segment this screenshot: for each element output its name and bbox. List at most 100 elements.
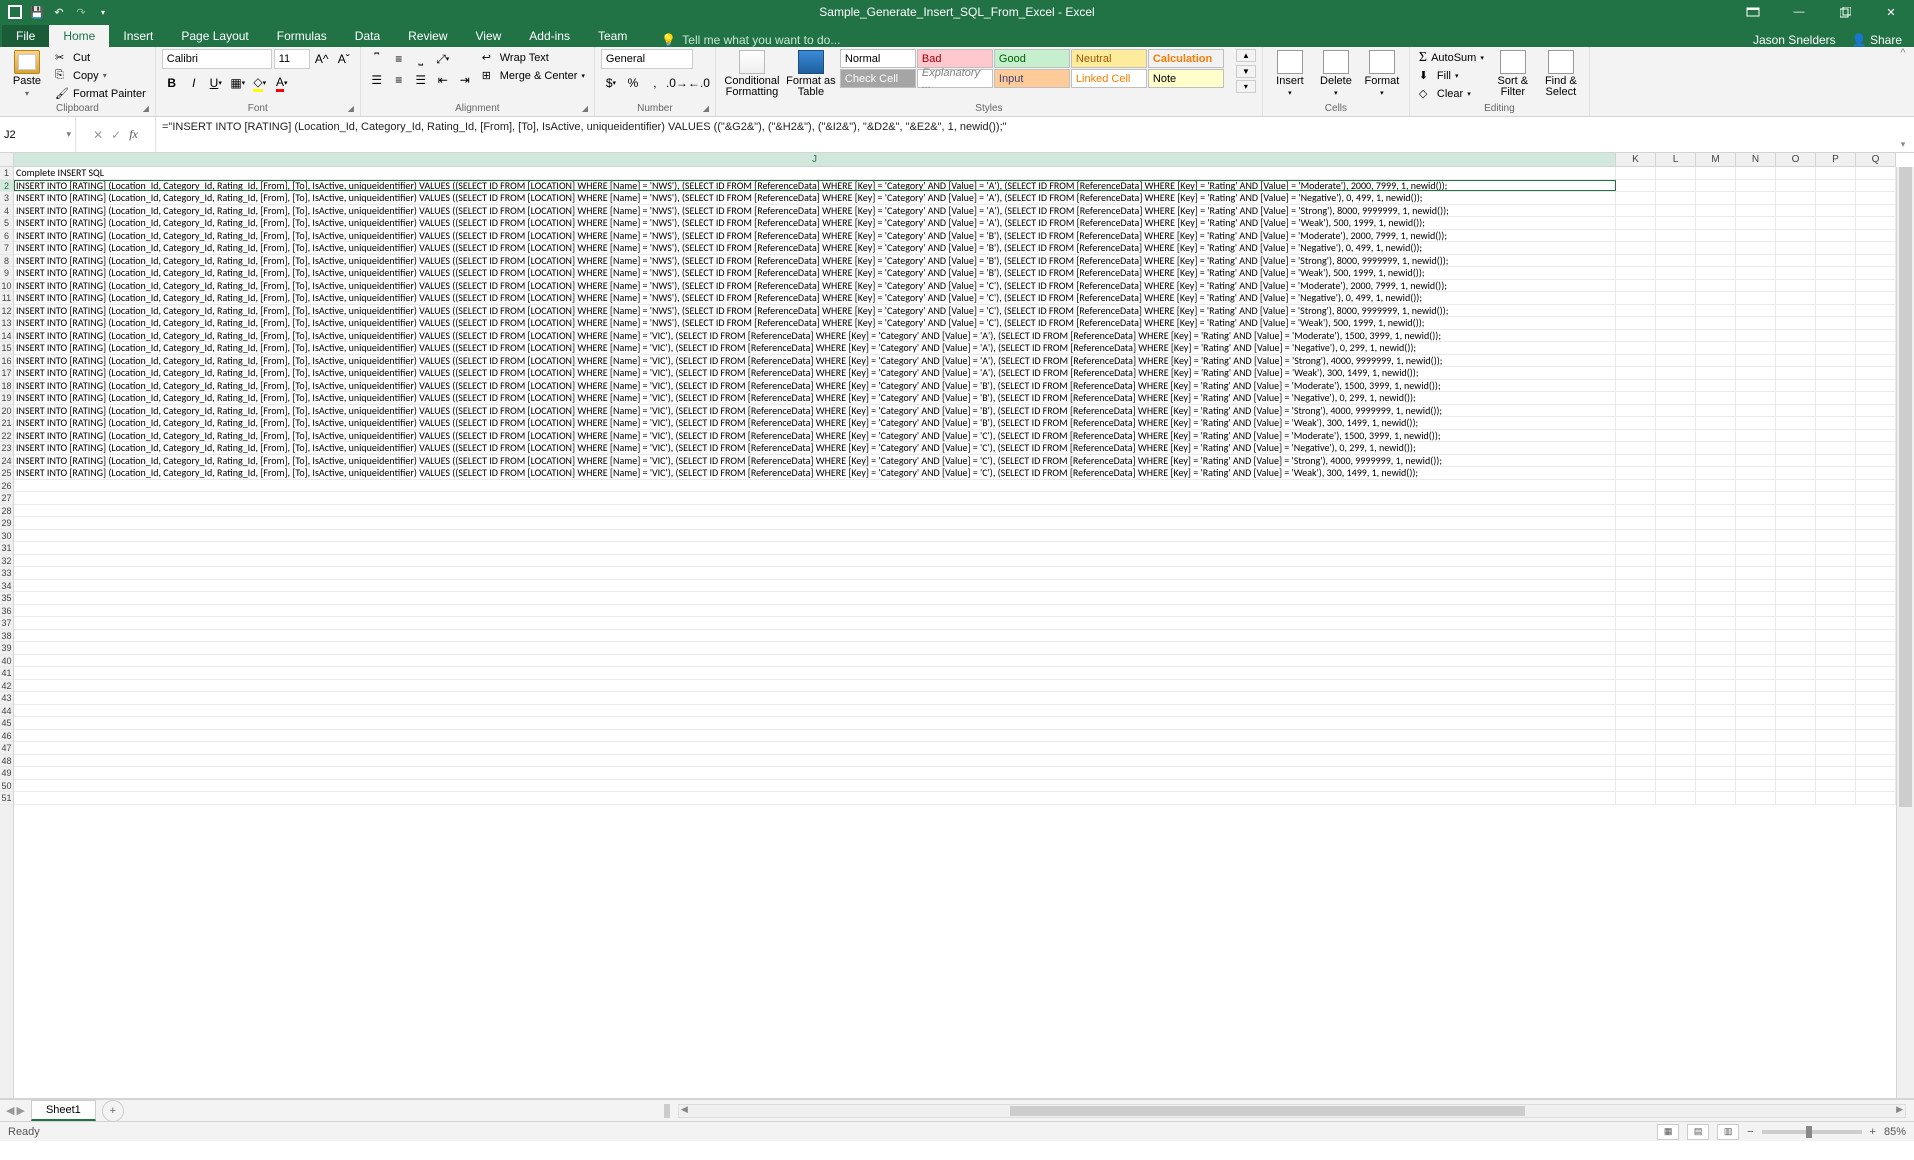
cell[interactable]: [1736, 530, 1776, 542]
cell[interactable]: [1816, 580, 1856, 592]
cell[interactable]: [14, 555, 1616, 567]
row-headers[interactable]: 1234567891011121314151617181920212223242…: [0, 167, 14, 1098]
cell[interactable]: [1776, 592, 1816, 604]
cell[interactable]: [1696, 567, 1736, 579]
dialog-launcher-icon[interactable]: ◢: [348, 104, 358, 114]
cell[interactable]: [1656, 767, 1696, 779]
cell[interactable]: [1656, 217, 1696, 229]
cell[interactable]: [1616, 667, 1656, 679]
cell[interactable]: [14, 530, 1616, 542]
cell[interactable]: [14, 730, 1616, 742]
row-header[interactable]: 3: [0, 192, 13, 205]
cell[interactable]: [1856, 630, 1896, 642]
row-header[interactable]: 50: [0, 780, 13, 793]
cell[interactable]: INSERT INTO [RATING] (Location_Id, Categ…: [14, 455, 1616, 467]
cell[interactable]: [1856, 405, 1896, 417]
cell[interactable]: [1656, 705, 1696, 717]
tab-file[interactable]: File: [2, 25, 49, 47]
table-row[interactable]: INSERT INTO [RATING] (Location_Id, Categ…: [14, 230, 1896, 243]
cell[interactable]: [1736, 230, 1776, 242]
cell[interactable]: [14, 717, 1616, 729]
cell[interactable]: [1816, 642, 1856, 654]
cell[interactable]: [1656, 492, 1696, 504]
restore-button[interactable]: [1822, 0, 1868, 24]
cell[interactable]: [1736, 555, 1776, 567]
cell[interactable]: [1816, 342, 1856, 354]
row-header[interactable]: 17: [0, 367, 13, 380]
cell[interactable]: [1816, 267, 1856, 279]
cell[interactable]: [1736, 755, 1776, 767]
cell[interactable]: [1736, 592, 1776, 604]
table-row[interactable]: [14, 642, 1896, 655]
cell[interactable]: [1696, 255, 1736, 267]
cell[interactable]: [1656, 455, 1696, 467]
cell[interactable]: [1616, 205, 1656, 217]
cell[interactable]: [1696, 655, 1736, 667]
scroll-left-icon[interactable]: ◀: [681, 1104, 688, 1115]
cell[interactable]: [1616, 567, 1656, 579]
cell[interactable]: [1616, 267, 1656, 279]
row-header[interactable]: 19: [0, 392, 13, 405]
cell[interactable]: [1776, 692, 1816, 704]
cell-style-linked[interactable]: Linked Cell: [1071, 69, 1147, 88]
cell[interactable]: [1696, 292, 1736, 304]
cell[interactable]: [14, 692, 1616, 704]
fill-color-button[interactable]: ◇▾: [250, 73, 270, 93]
format-painter-button[interactable]: 🖌Format Painter: [52, 85, 149, 102]
cell[interactable]: [1616, 492, 1656, 504]
new-sheet-button[interactable]: +: [102, 1100, 124, 1122]
cell[interactable]: [1776, 505, 1816, 517]
bold-button[interactable]: B: [162, 73, 182, 93]
expand-formula-bar-icon[interactable]: ▾: [1892, 117, 1914, 152]
cell[interactable]: [1616, 592, 1656, 604]
cell[interactable]: [1856, 780, 1896, 792]
insert-cells-button[interactable]: Insert▾: [1269, 49, 1311, 97]
cell[interactable]: [1696, 280, 1736, 292]
row-header[interactable]: 34: [0, 580, 13, 593]
cell[interactable]: [1816, 592, 1856, 604]
tell-me-search[interactable]: 💡 Tell me what you want to do...: [661, 33, 840, 47]
cell[interactable]: [1696, 780, 1736, 792]
dialog-launcher-icon[interactable]: ◢: [582, 104, 592, 114]
cell[interactable]: [1816, 455, 1856, 467]
scroll-right-icon[interactable]: ▶: [1896, 1104, 1903, 1115]
cell[interactable]: [1736, 255, 1776, 267]
percent-icon[interactable]: %: [623, 73, 643, 93]
indent-dec-icon[interactable]: ⇤: [433, 70, 453, 90]
table-row[interactable]: [14, 792, 1896, 805]
cell[interactable]: [1656, 405, 1696, 417]
cell[interactable]: [1696, 555, 1736, 567]
row-header[interactable]: 43: [0, 692, 13, 705]
row-header[interactable]: 21: [0, 417, 13, 430]
table-row[interactable]: INSERT INTO [RATING] (Location_Id, Categ…: [14, 217, 1896, 230]
cell[interactable]: [1696, 592, 1736, 604]
cell[interactable]: [1776, 755, 1816, 767]
cell[interactable]: [1856, 605, 1896, 617]
cell-style-input[interactable]: Input: [994, 69, 1070, 88]
cell[interactable]: [1776, 767, 1816, 779]
row-header[interactable]: 23: [0, 442, 13, 455]
row-header[interactable]: 33: [0, 567, 13, 580]
cell[interactable]: [1696, 792, 1736, 804]
cell[interactable]: [1656, 430, 1696, 442]
cell[interactable]: [1856, 217, 1896, 229]
wrap-text-button[interactable]: ↩Wrap Text: [479, 49, 588, 66]
tab-review[interactable]: Review: [394, 25, 461, 47]
cell[interactable]: [1856, 792, 1896, 804]
cell[interactable]: INSERT INTO [RATING] (Location_Id, Categ…: [14, 367, 1616, 379]
cell[interactable]: [1656, 280, 1696, 292]
cell[interactable]: [1816, 167, 1856, 179]
cell[interactable]: [1816, 317, 1856, 329]
cell[interactable]: [1856, 205, 1896, 217]
cell[interactable]: [1616, 455, 1656, 467]
cell[interactable]: [1736, 205, 1776, 217]
cell[interactable]: [1736, 342, 1776, 354]
cell[interactable]: [1656, 317, 1696, 329]
cell[interactable]: INSERT INTO [RATING] (Location_Id, Categ…: [14, 192, 1616, 204]
cell[interactable]: [1656, 242, 1696, 254]
column-header[interactable]: J: [14, 153, 1616, 166]
cell[interactable]: [1696, 417, 1736, 429]
splitter-handle[interactable]: [664, 1104, 670, 1118]
cell[interactable]: [1696, 692, 1736, 704]
table-row[interactable]: INSERT INTO [RATING] (Location_Id, Categ…: [14, 367, 1896, 380]
